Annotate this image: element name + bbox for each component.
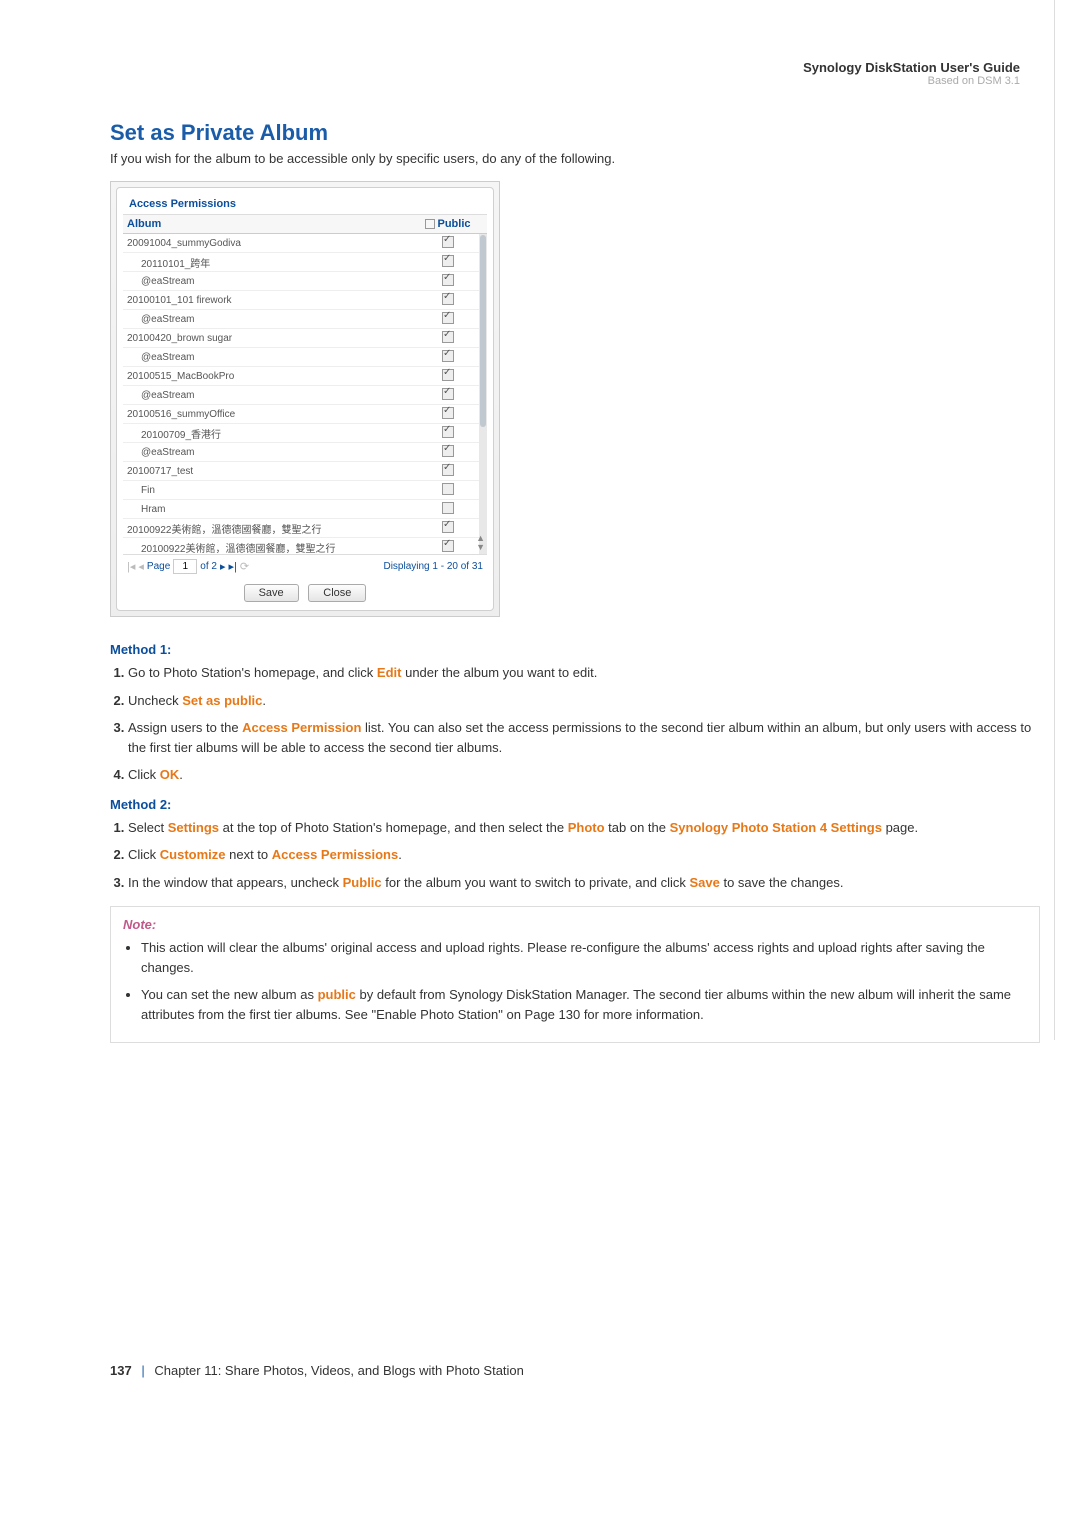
method2-steps: Select Settings at the top of Photo Stat… (110, 818, 1040, 893)
table-row[interactable]: @eaStream (123, 386, 487, 405)
public-checkbox[interactable] (442, 255, 454, 267)
note-bullet1: This action will clear the albums' origi… (141, 938, 1027, 977)
scroll-arrows[interactable]: ▲▼ (476, 534, 485, 552)
row-label: 20100516_summyOffice (127, 409, 413, 420)
doc-subtitle: Based on DSM 3.1 (803, 75, 1020, 87)
pager-display: Displaying 1 - 20 of 31 (383, 561, 483, 572)
public-checkbox[interactable] (442, 236, 454, 248)
section-intro: If you wish for the album to be accessib… (110, 151, 1040, 166)
pager-of-label: of 2 (200, 561, 217, 572)
table-row[interactable]: 20100101_101 firework (123, 291, 487, 310)
public-checkbox[interactable] (442, 426, 454, 438)
table-row[interactable]: 20100515_MacBookPro (123, 367, 487, 386)
table-row[interactable]: 20110101_跨年 (123, 253, 487, 272)
row-label: 20100922美術館，溫德德國餐廳，雙聖之行 (127, 540, 413, 555)
table-row[interactable]: Hram (123, 500, 487, 519)
page-number: 137 (110, 1363, 132, 1378)
table-row[interactable]: 20100516_summyOffice (123, 405, 487, 424)
row-label: @eaStream (127, 314, 413, 325)
pager-page-label: Page (147, 561, 170, 572)
scrollbar[interactable] (479, 234, 487, 554)
chapter-label: Chapter 11: Share Photos, Videos, and Bl… (154, 1363, 524, 1378)
table-row[interactable]: 20091004_summyGodiva (123, 234, 487, 253)
prev-page-icon[interactable]: ◂ (138, 560, 144, 573)
refresh-icon[interactable]: ⟳ (240, 560, 249, 573)
row-label: 20091004_summyGodiva (127, 238, 413, 249)
col-album[interactable]: Album (127, 218, 413, 230)
dialog-screenshot: Access Permissions Album Public 20091004… (110, 181, 500, 617)
public-checkbox[interactable] (442, 312, 454, 324)
row-label: 20100420_brown sugar (127, 333, 413, 344)
first-page-icon[interactable]: |◂ (127, 560, 135, 573)
method1-step4: Click OK. (128, 765, 1040, 785)
public-checkbox[interactable] (442, 388, 454, 400)
table-row[interactable]: @eaStream (123, 310, 487, 329)
method1-step3: Assign users to the Access Permission li… (128, 718, 1040, 757)
row-label: @eaStream (127, 352, 413, 363)
method2-step2: Click Customize next to Access Permissio… (128, 845, 1040, 865)
table-row[interactable]: 20100717_test (123, 462, 487, 481)
method1-header: Method 1: (110, 642, 1040, 657)
save-button[interactable]: Save (244, 584, 299, 602)
page-footer: 137 | Chapter 11: Share Photos, Videos, … (110, 1363, 1040, 1378)
note-box: Note: This action will clear the albums'… (110, 906, 1040, 1043)
method2-header: Method 2: (110, 797, 1040, 812)
public-checkbox[interactable] (442, 350, 454, 362)
note-bullet2: You can set the new album as public by d… (141, 985, 1027, 1024)
public-checkbox[interactable] (442, 331, 454, 343)
public-checkbox[interactable] (442, 521, 454, 533)
table-row[interactable]: 20100922美術館，溫德德國餐廳，雙聖之行 (123, 519, 487, 538)
table-row[interactable]: 20100709_香港行 (123, 424, 487, 443)
row-label: 20100922美術館，溫德德國餐廳，雙聖之行 (127, 521, 413, 536)
public-checkbox[interactable] (442, 293, 454, 305)
table-body: 20091004_summyGodiva 20110101_跨年 @eaStream… (123, 234, 487, 554)
public-checkbox[interactable] (442, 483, 454, 495)
method1-step1: Go to Photo Station's homepage, and clic… (128, 663, 1040, 683)
doc-title: Synology DiskStation User's Guide (803, 60, 1020, 75)
col-public[interactable]: Public (413, 218, 483, 230)
public-checkbox[interactable] (442, 274, 454, 286)
public-checkbox[interactable] (442, 445, 454, 457)
public-checkbox[interactable] (442, 369, 454, 381)
public-header-checkbox[interactable] (425, 219, 435, 229)
dialog-tab[interactable]: Access Permissions (123, 194, 487, 215)
method1-step2: Uncheck Set as public. (128, 691, 1040, 711)
row-label: 20100515_MacBookPro (127, 371, 413, 382)
next-page-icon[interactable]: ▸ (220, 560, 226, 573)
table-row[interactable]: @eaStream (123, 272, 487, 291)
last-page-icon[interactable]: ▸| (229, 560, 237, 573)
public-checkbox[interactable] (442, 502, 454, 514)
pager-page-input[interactable] (173, 559, 197, 574)
public-checkbox[interactable] (442, 464, 454, 476)
method2-step3: In the window that appears, uncheck Publ… (128, 873, 1040, 893)
row-label: @eaStream (127, 447, 413, 458)
row-label: 20110101_跨年 (127, 255, 413, 270)
pager: |◂ ◂ Page of 2 ▸ ▸| ⟳ Displaying 1 - 20 … (123, 554, 487, 578)
row-label: @eaStream (127, 390, 413, 401)
method1-steps: Go to Photo Station's homepage, and clic… (110, 663, 1040, 785)
row-label: 20100709_香港行 (127, 426, 413, 441)
method2-step1: Select Settings at the top of Photo Stat… (128, 818, 1040, 838)
table-row[interactable]: 20100420_brown sugar (123, 329, 487, 348)
doc-header: Synology DiskStation User's Guide Based … (803, 60, 1020, 87)
public-checkbox[interactable] (442, 540, 454, 552)
row-label: 20100717_test (127, 466, 413, 477)
table-row[interactable]: @eaStream (123, 443, 487, 462)
close-button[interactable]: Close (308, 584, 366, 602)
table-header: Album Public (123, 215, 487, 234)
table-row[interactable]: 20100922美術館，溫德德國餐廳，雙聖之行 (123, 538, 487, 554)
note-header: Note: (123, 917, 1027, 932)
row-label: Fin (127, 485, 413, 496)
row-label: 20100101_101 firework (127, 295, 413, 306)
public-checkbox[interactable] (442, 407, 454, 419)
section-heading: Set as Private Album (110, 120, 1040, 146)
row-label: Hram (127, 504, 413, 515)
row-label: @eaStream (127, 276, 413, 287)
table-row[interactable]: Fin (123, 481, 487, 500)
table-row[interactable]: @eaStream (123, 348, 487, 367)
